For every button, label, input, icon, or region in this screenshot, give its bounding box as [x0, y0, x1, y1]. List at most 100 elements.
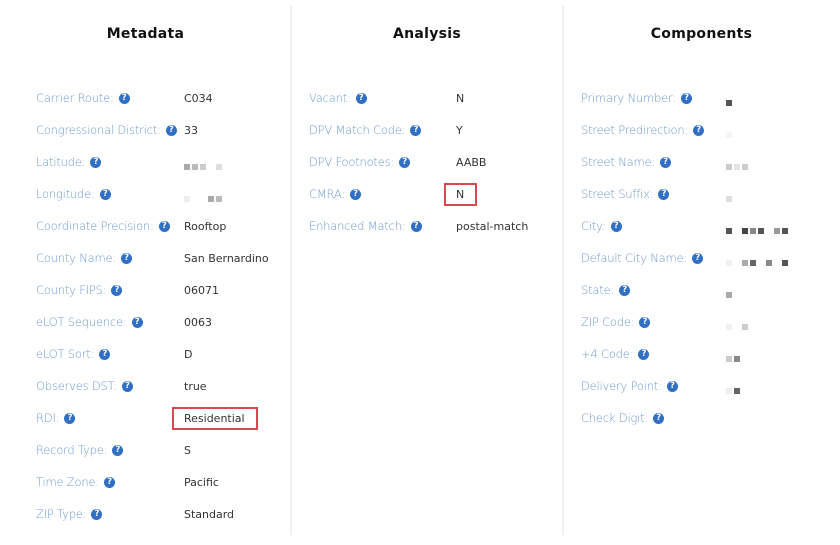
field-row-longitude: Longitude:? — [36, 184, 111, 204]
help-icon[interactable]: ? — [91, 508, 103, 520]
help-icon[interactable]: ? — [399, 156, 411, 168]
help-icon[interactable]: ? — [118, 92, 130, 104]
metadata-title: Metadata — [106, 26, 185, 42]
field-value-text: D — [184, 348, 193, 361]
help-icon[interactable]: ? — [610, 220, 622, 232]
field-label: Record Type:? — [36, 443, 124, 457]
field-label-text: State: — [581, 283, 615, 297]
field-value-text: N — [456, 92, 465, 105]
field-row-delivery-point: Delivery Point:? — [581, 376, 678, 396]
field-value — [726, 92, 734, 106]
help-icon[interactable]: ? — [660, 156, 672, 168]
field-row-street-predirection: Street Predirection:? — [581, 120, 705, 140]
help-icon[interactable]: ? — [653, 412, 665, 424]
help-icon[interactable]: ? — [111, 284, 123, 296]
field-label-text: City: — [581, 219, 606, 233]
field-row-primary-number: Primary Number:? — [581, 88, 692, 108]
help-icon[interactable]: ? — [355, 92, 367, 104]
field-value: Rooftop — [184, 220, 226, 233]
field-label-text: Observes DST: — [36, 379, 117, 393]
field-row-county-fips: County FIPS:? — [36, 280, 123, 300]
field-value-text: S — [184, 444, 191, 457]
analysis-title: Analysis — [392, 26, 462, 42]
components-title: Components — [650, 26, 753, 42]
help-icon[interactable]: ? — [619, 284, 631, 296]
field-value-text: Rooftop — [184, 220, 227, 233]
field-label: eLOT Sort:? — [36, 347, 111, 361]
redacted-value — [726, 128, 734, 138]
field-row-state: State:? — [581, 280, 631, 300]
field-label: Street Suffix:? — [581, 187, 670, 201]
help-icon[interactable]: ? — [158, 220, 170, 232]
field-label-text: CMRA: — [309, 187, 346, 201]
field-label: +4 Code:? — [581, 347, 650, 361]
field-row-elot-sequence: eLOT Sequence:? — [36, 312, 143, 332]
redacted-value — [726, 384, 742, 394]
field-value-text: 06071 — [184, 284, 219, 297]
field-row-cmra: CMRA:? — [309, 184, 362, 204]
help-icon[interactable]: ? — [692, 252, 704, 264]
help-icon[interactable]: ? — [99, 348, 111, 360]
field-label-text: +4 Code: — [581, 347, 634, 361]
field-row-vacant: Vacant:? — [309, 88, 367, 108]
help-icon[interactable]: ? — [64, 412, 76, 424]
field-label: Enhanced Match:? — [309, 219, 422, 233]
field-row-check-digit: Check Digit:? — [581, 408, 665, 428]
help-icon[interactable]: ? — [410, 124, 422, 136]
field-label-text: eLOT Sequence: — [36, 315, 127, 329]
field-label: Time Zone:? — [36, 475, 115, 489]
field-value: San Bernardino — [184, 252, 269, 265]
help-icon[interactable]: ? — [639, 316, 651, 328]
field-value-text: true — [184, 380, 207, 393]
redacted-value — [184, 192, 224, 202]
help-icon[interactable]: ? — [350, 188, 362, 200]
components-panel: Components Primary Number:? Street Predir… — [563, 0, 840, 545]
field-label: RDI:? — [36, 411, 76, 425]
field-label-text: Street Name: — [581, 155, 656, 169]
field-value: C034 — [184, 92, 213, 105]
redacted-value — [726, 96, 734, 106]
highlighted-field-value: Residential — [172, 407, 258, 430]
field-label-text: DPV Footnotes: — [309, 155, 395, 169]
field-label: DPV Match Code:? — [309, 123, 422, 137]
help-icon[interactable]: ? — [165, 124, 177, 136]
redacted-value — [726, 256, 790, 266]
field-label: eLOT Sequence:? — [36, 315, 143, 329]
help-icon[interactable]: ? — [103, 476, 115, 488]
field-value-text: postal-match — [456, 220, 529, 233]
help-icon[interactable]: ? — [90, 156, 102, 168]
field-row-zip-code: ZIP Code:? — [581, 312, 651, 332]
field-label-text: Primary Number: — [581, 91, 676, 105]
help-icon[interactable]: ? — [666, 380, 678, 392]
redacted-value — [726, 352, 742, 362]
help-icon[interactable]: ? — [99, 188, 111, 200]
field-label-text: Longitude: — [36, 187, 95, 201]
field-label-text: eLOT Sort: — [36, 347, 95, 361]
help-icon[interactable]: ? — [658, 188, 670, 200]
help-icon[interactable]: ? — [131, 316, 143, 328]
field-value — [726, 284, 734, 298]
help-icon[interactable]: ? — [121, 380, 133, 392]
field-value-text: San Bernardino — [184, 252, 269, 265]
field-label: Observes DST:? — [36, 379, 133, 393]
field-value: Standard — [184, 508, 234, 521]
field-label-text: Coordinate Precision: — [36, 219, 154, 233]
field-label: ZIP Type:? — [36, 507, 103, 521]
field-label-text: Street Suffix: — [581, 187, 654, 201]
field-label-text: RDI: — [36, 411, 60, 425]
field-label-text: Carrier Route: — [36, 91, 114, 105]
field-row-record-type: Record Type:? — [36, 440, 124, 460]
field-label-text: Latitude: — [36, 155, 86, 169]
help-icon[interactable]: ? — [121, 252, 133, 264]
help-icon[interactable]: ? — [112, 444, 124, 456]
field-row-dpv-match-code: DPV Match Code:? — [309, 120, 422, 140]
help-icon[interactable]: ? — [680, 92, 692, 104]
field-row-congressional-district: Congressional District:? — [36, 120, 177, 140]
field-value — [726, 124, 734, 138]
help-icon[interactable]: ? — [410, 220, 422, 232]
help-icon[interactable]: ? — [638, 348, 650, 360]
field-label-text: ZIP Code: — [581, 315, 635, 329]
field-label: State:? — [581, 283, 631, 297]
help-icon[interactable]: ? — [693, 124, 705, 136]
field-value — [726, 188, 734, 202]
